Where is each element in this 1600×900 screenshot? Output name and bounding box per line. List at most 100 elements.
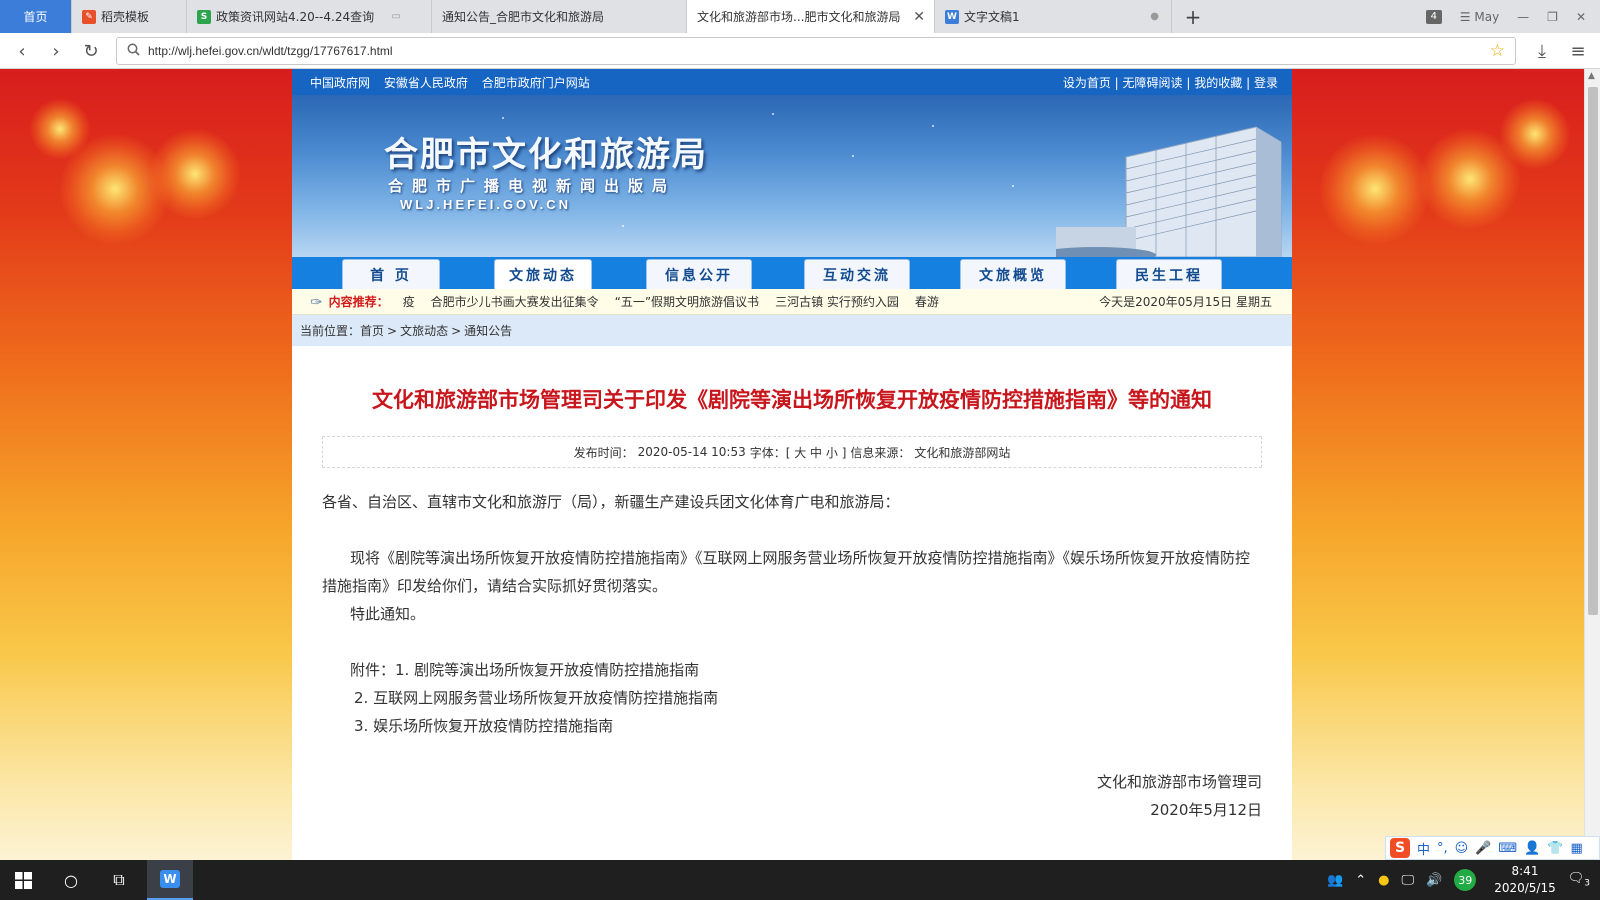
tab-label: 文化和旅游部市场...肥市文化和旅游局 [697,10,901,24]
nav-interaction[interactable]: 互动交流 [804,259,910,289]
people-icon[interactable]: 👥 [1327,873,1343,888]
bookmark-star-icon[interactable]: ☆ [1490,41,1505,61]
gov-link-china[interactable]: 中国政府网 [310,76,370,90]
breadcrumb-notice[interactable]: 通知公告 [464,322,512,339]
forward-button[interactable]: › [44,39,68,63]
user-links: 设为首页 | 无障碍阅读 | 我的收藏 | 登录 [1063,74,1278,91]
attachment-2[interactable]: 2. 互联网上网服务营业场所恢复开放疫情防控措施指南 [322,684,1262,712]
notification-center-icon[interactable]: 🗨3 [1568,871,1590,889]
network-icon[interactable]: 🖵 [1401,873,1414,888]
gov-link-hefei[interactable]: 合肥市政府门户网站 [482,76,590,90]
signature: 文化和旅游部市场管理司 [1096,773,1262,791]
breadcrumb-sep: > [387,323,398,338]
clock-time: 8:41 [1511,864,1539,878]
closing-line: 特此通知。 [350,605,426,623]
grid-icon[interactable]: ▦ [1571,841,1583,856]
start-button[interactable] [0,860,46,900]
tab-notice[interactable]: 通知公告_合肥市文化和旅游局 [432,0,687,33]
sparkle [932,125,934,127]
scroll-up-icon[interactable]: ▲ [1588,71,1595,81]
nav-news[interactable]: 文旅动态 [494,259,592,289]
clock[interactable]: 8:41 2020/5/15 [1494,863,1556,897]
wps-app-icon: W [160,870,180,888]
article-title: 文化和旅游部市场管理司关于印发《剧院等演出场所恢复开放疫情防控措施指南》等的通知 [372,387,1212,412]
tab-article-active[interactable]: 文化和旅游部市场...肥市文化和旅游局 ✕ [687,0,935,33]
recommend-ticker: ✑ 内容推荐： 疫 合肥市少儿书画大赛发出征集令 “五一”假期文明旅游倡议书 三… [292,289,1292,315]
tab-word-doc[interactable]: W 文字文稿1 ● [935,0,1172,33]
address-toolbar: ‹ › ↻ http://wlj.hefei.gov.cn/wldt/tzgg/… [0,33,1600,69]
ticker-item[interactable]: 合肥市少儿书画大赛发出征集令 [431,293,599,310]
security-icon[interactable]: ● [1378,873,1389,888]
user-icon[interactable]: 👤 [1524,841,1540,856]
publish-time: 2020-05-14 10:53 [637,445,746,459]
body-paragraph: 现将《剧院等演出场所恢复开放疫情防控措施指南》《互联网上网服务营业场所恢复开放疫… [322,549,1251,595]
scroll-thumb[interactable] [1588,87,1598,615]
emoji-icon[interactable]: ☺ [1455,841,1469,856]
sheet-icon: S [197,9,211,24]
tab-label: 政策资讯网站4.20--4.24查询 [216,10,375,24]
reload-button[interactable]: ↻ [79,39,103,63]
gov-link-anhui[interactable]: 安徽省人民政府 [384,76,468,90]
ticker-item[interactable]: 疫 [403,293,415,310]
font-size-switch[interactable]: 字体：[ 大 中 小 ] [750,444,847,461]
site-domain: WLJ.HEFEI.GOV.CN [400,197,572,212]
back-button[interactable]: ‹ [10,39,34,63]
search-button[interactable]: ○ [48,860,94,900]
nav-home[interactable]: 首 页 [342,259,440,289]
article: 文化和旅游部市场管理司关于印发《剧院等演出场所恢复开放疫情防控措施指南》等的通知… [292,384,1292,824]
tab-policy-sheet[interactable]: S 政策资讯网站4.20--4.24查询 ▭ [187,0,432,33]
show-hidden-icons-icon[interactable]: ⌃ [1355,873,1366,888]
windows-logo-icon [14,871,32,889]
sparkle [1012,185,1014,187]
ticker-item[interactable]: “五一”假期文明旅游倡议书 [615,293,759,310]
url-bar[interactable]: http://wlj.hefei.gov.cn/wldt/tzgg/177676… [116,37,1516,65]
site-banner: 合肥市文化和旅游局 合肥市广播电视新闻出版局 WLJ.HEFEI.GOV.CN [292,95,1292,257]
breadcrumb: 当前位置： 首页 > 文旅动态 > 通知公告 [292,315,1292,346]
nav-livelihood[interactable]: 民生工程 [1116,259,1222,289]
tray-badge[interactable]: 39 [1454,869,1477,891]
system-tray: 👥 ⌃ ● 🖵 🔊 39 8:41 2020/5/15 🗨3 [1327,860,1600,900]
ime-punct-toggle[interactable]: °, [1437,841,1448,856]
nav-info-public[interactable]: 信息公开 [646,259,752,289]
profile-menu[interactable]: ☰ May [1460,10,1499,24]
skin-icon[interactable]: 👕 [1547,841,1563,856]
minimize-button[interactable]: — [1517,10,1529,24]
mic-icon[interactable]: 🎤 [1475,841,1491,856]
source-label: 信息来源： [850,445,911,460]
new-tab-button[interactable]: + [1172,0,1214,33]
attachment-3[interactable]: 3. 娱乐场所恢复开放疫情防控措施指南 [322,712,1262,740]
tab-count-badge[interactable]: 4 [1425,9,1442,24]
breadcrumb-news[interactable]: 文旅动态 [400,322,448,339]
keyboard-icon[interactable]: ⌨ [1498,841,1517,856]
volume-icon[interactable]: 🔊 [1426,873,1442,888]
site-container: 中国政府网 安徽省人民政府 合肥市政府门户网站 设为首页 | 无障碍阅读 | 我… [292,69,1292,860]
accessibility-link[interactable]: 无障碍阅读 [1123,76,1183,90]
unsaved-dot-icon: ● [1150,11,1159,22]
login-link[interactable]: 登录 [1254,76,1278,90]
tab-docer[interactable]: ✎ 稻壳模板 [72,0,187,33]
ticker-item[interactable]: 三河古镇 实行预约入园 [775,293,899,310]
nav-overview[interactable]: 文旅概览 [960,259,1066,289]
taskbar-browser-app[interactable]: W [147,860,193,900]
set-homepage-link[interactable]: 设为首页 [1063,76,1111,90]
task-view-button[interactable]: ⧉ [96,860,142,900]
tab-label: 首页 [23,10,48,24]
attachment-1[interactable]: 附件：1. 剧院等演出场所恢复开放疫情防控措施指南 [322,656,1262,684]
breadcrumb-home[interactable]: 首页 [360,322,384,339]
favorites-link[interactable]: 我的收藏 [1194,76,1242,90]
publish-label: 发布时间： [573,445,634,460]
download-icon[interactable]: ⤓ [1530,39,1554,63]
firework-decoration [30,99,90,159]
ticker-item[interactable]: 春游 [915,293,939,310]
menu-icon[interactable]: ≡ [1566,39,1590,63]
tab-home[interactable]: 首页 [0,0,72,33]
restore-button[interactable]: ❐ [1547,10,1558,24]
ime-lang-toggle[interactable]: 中 [1417,839,1430,858]
sparkle [772,113,774,115]
close-tab-icon[interactable]: ✕ [913,9,925,25]
sogou-logo-icon[interactable]: S [1390,838,1410,858]
page-scrollbar[interactable]: ▲ [1584,69,1600,860]
close-window-button[interactable]: ✕ [1576,10,1586,24]
url-text: http://wlj.hefei.gov.cn/wldt/tzgg/177676… [148,44,393,58]
cortana-circle-icon: ○ [64,870,78,890]
